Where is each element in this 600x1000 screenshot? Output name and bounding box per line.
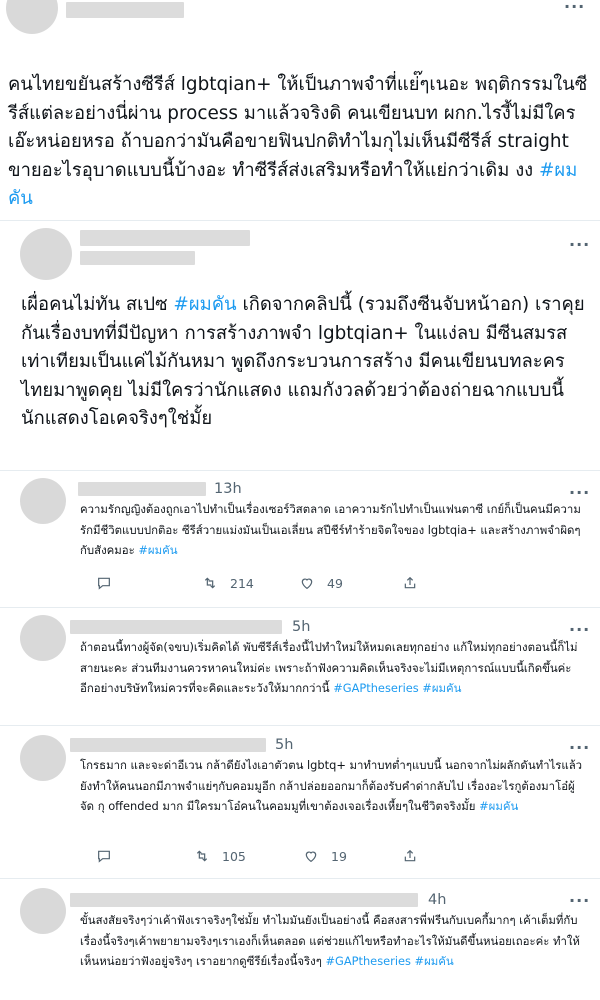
tweet-text: เผื่อคนไม่ทัน สเปซ #ผมคัน เกิดจากคลิปนี้… — [21, 291, 593, 434]
more-icon[interactable]: ··· — [569, 485, 590, 501]
avatar[interactable] — [20, 888, 66, 934]
redacted-username[interactable] — [80, 230, 250, 246]
reply-button[interactable] — [96, 575, 112, 591]
redacted-username[interactable] — [70, 620, 282, 634]
action-bar: 214 49 — [96, 575, 546, 597]
more-icon[interactable]: ··· — [564, 0, 585, 15]
reply-icon — [98, 850, 110, 863]
more-icon[interactable]: ··· — [569, 237, 590, 253]
reply-icon — [98, 577, 110, 590]
redacted-handle[interactable] — [80, 251, 195, 265]
tweet-text-body: เผื่อคนไม่ทัน สเปซ — [21, 294, 174, 315]
share-button[interactable] — [402, 848, 418, 864]
share-icon — [404, 576, 416, 589]
retweet-icon — [196, 850, 208, 862]
hashtag-link[interactable]: #ผมคัน — [173, 294, 236, 315]
hashtag-link[interactable]: #ผมคัน — [138, 543, 177, 557]
heart-icon — [301, 578, 313, 590]
reply-text-body: ถ้าตอนนี้ทางผู้จัด(จขบ)เริ่มคิดได้ พับซี… — [80, 640, 578, 696]
tweet-text-body: คนไทยขยันสร้างซีรีส์ lgbtqian+ ให้เป็นภา… — [8, 74, 588, 181]
like-count: 49 — [327, 575, 343, 591]
reply-text: ความรักญญิงต้องถูกเอาไปทำเป็นเรื่องเซอร์… — [80, 499, 584, 561]
hashtag-link[interactable]: #GAPtheseries #ผมคัน — [333, 681, 461, 695]
redacted-username[interactable] — [78, 482, 206, 496]
retweet-count: 214 — [230, 575, 254, 591]
reply-button[interactable] — [96, 848, 112, 864]
hashtag-link[interactable]: #GAPtheseries #ผมคัน — [325, 954, 453, 968]
like-count: 19 — [331, 848, 347, 864]
avatar[interactable] — [6, 0, 58, 34]
avatar[interactable] — [20, 478, 66, 524]
avatar[interactable] — [20, 615, 66, 661]
tweet-text: คนไทยขยันสร้างซีรีส์ lgbtqian+ ให้เป็นภา… — [8, 71, 593, 214]
heart-icon — [305, 851, 317, 863]
reply-text: โกรธมาก และจะด่าอีเวน กล้าดียังไงเอาตัวต… — [80, 755, 584, 817]
more-icon[interactable]: ··· — [569, 893, 590, 909]
redacted-username[interactable] — [70, 738, 266, 752]
like-button[interactable]: 49 — [299, 575, 343, 591]
more-icon[interactable]: ··· — [569, 622, 590, 638]
reply-timestamp[interactable]: 13h — [214, 481, 242, 497]
redacted-username[interactable] — [70, 893, 418, 907]
reply-timestamp[interactable]: 5h — [275, 737, 293, 753]
reply-text: ถ้าตอนนี้ทางผู้จัด(จขบ)เริ่มคิดได้ พับซี… — [80, 637, 584, 699]
reply-timestamp[interactable]: 4h — [428, 892, 446, 908]
retweet-count: 105 — [222, 848, 246, 864]
share-button[interactable] — [402, 575, 418, 591]
avatar[interactable] — [20, 228, 72, 280]
avatar[interactable] — [20, 735, 66, 781]
reply-text: ขั้นสงสัยจริงๆว่าเค้าฟังเราจริงๆใช่มั้ย … — [80, 910, 584, 972]
reply-timestamp[interactable]: 5h — [292, 619, 310, 635]
redacted-username[interactable] — [66, 2, 184, 18]
action-bar: 105 19 — [96, 848, 546, 870]
retweet-icon — [204, 577, 216, 589]
retweet-button[interactable]: 105 — [194, 848, 246, 864]
hashtag-link[interactable]: #ผมคัน — [479, 799, 518, 813]
more-icon[interactable]: ··· — [569, 740, 590, 756]
share-icon — [404, 849, 416, 862]
retweet-button[interactable]: 214 — [202, 575, 254, 591]
like-button[interactable]: 19 — [303, 848, 347, 864]
